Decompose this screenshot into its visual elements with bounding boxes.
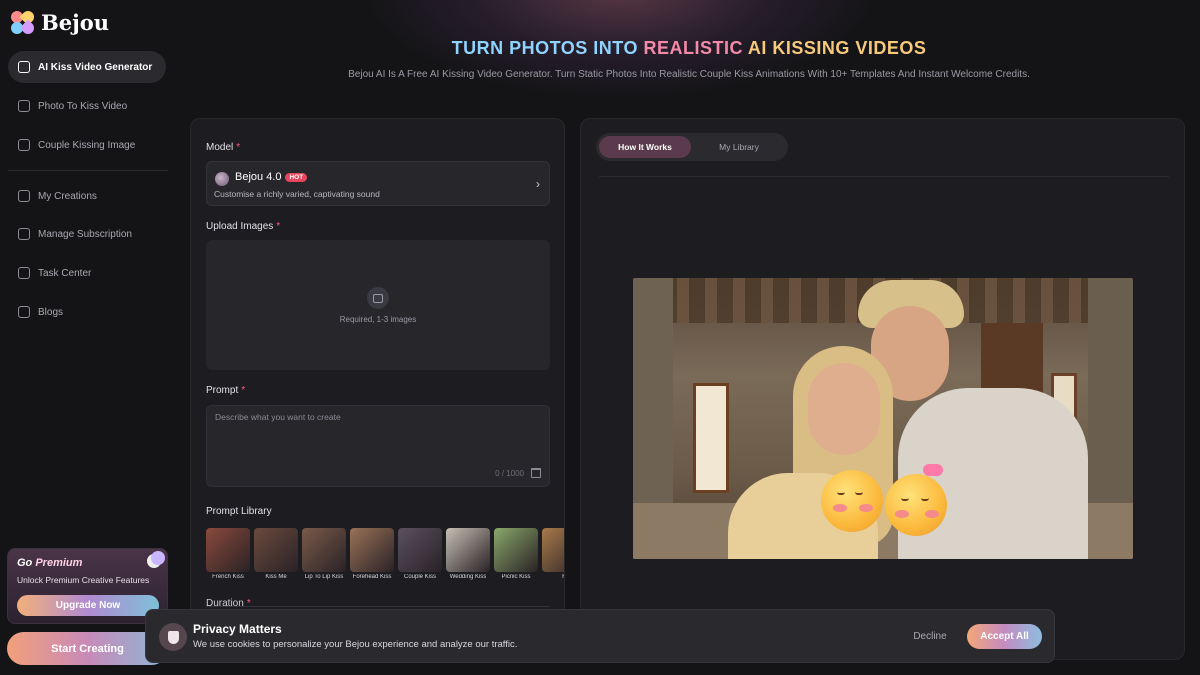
prompt-library-caption: Wedding Kiss — [449, 574, 487, 580]
prompt-library-caption: Lip To Lip Kiss — [304, 574, 344, 580]
start-creating-button[interactable]: Start Creating — [7, 632, 168, 665]
cookie-banner: Privacy Matters We use cookies to person… — [145, 609, 1055, 663]
image-upload-dropzone[interactable]: Required, 1-3 images — [206, 240, 550, 370]
image-icon — [18, 139, 30, 151]
prompt-library-caption: Forehead Kiss — [352, 574, 392, 580]
prompt-library-item[interactable]: Wedding Kiss — [446, 528, 490, 580]
model-avatar — [215, 172, 229, 186]
blush-emoji-icon — [885, 474, 947, 536]
sidebar-item-label: Task Center — [38, 267, 92, 279]
card-icon — [18, 228, 30, 240]
upload-image-icon — [367, 287, 389, 309]
prompt-label: Prompt * — [206, 385, 246, 396]
example-preview-image — [633, 278, 1133, 559]
sidebar-item-label: My Creations — [38, 190, 97, 202]
duration-divider — [206, 606, 550, 607]
generator-form-panel: Model * Bejou 4.0 HOT Customise a richly v… — [190, 118, 565, 618]
prompt-library-item[interactable]: Couple Kiss — [398, 528, 442, 580]
sidebar-item-couple-kissing-image[interactable]: Couple Kissing Image — [8, 129, 166, 161]
prompt-library-caption: Couple Kiss — [403, 574, 436, 580]
prompt-library-thumbnail — [206, 528, 250, 572]
prompt-library-thumbnail — [398, 528, 442, 572]
accept-all-button[interactable]: Accept All — [967, 624, 1042, 649]
preview-panel: How It Works My Library — [580, 118, 1185, 660]
prompt-library-item[interactable]: F — [542, 528, 564, 580]
chevron-right-icon: › — [536, 177, 540, 191]
doc-icon — [18, 306, 30, 318]
premium-subtitle: Unlock Premium Creative Features — [17, 575, 150, 585]
tabs-divider — [599, 176, 1169, 177]
prompt-library-thumbnail — [446, 528, 490, 572]
sidebar: Bejou AI Kiss Video Generator Photo To K… — [0, 0, 178, 675]
premium-title: Go Premium — [17, 557, 83, 569]
photo-video-icon — [18, 100, 30, 112]
shield-icon — [167, 630, 179, 644]
hot-badge: HOT — [285, 172, 308, 182]
sidebar-item-label: Manage Subscription — [38, 228, 132, 240]
privacy-shield — [159, 623, 187, 651]
tab-how-it-works[interactable]: How It Works — [599, 136, 691, 158]
bejou-logo-icon — [8, 8, 37, 36]
upload-images-label: Upload Images * — [206, 221, 281, 232]
brand-logo[interactable]: Bejou — [8, 8, 109, 36]
cookie-title: Privacy Matters — [193, 622, 282, 636]
prompt-library-caption: Picnic Kiss — [501, 574, 531, 580]
sidebar-item-manage-subscription[interactable]: Manage Subscription — [8, 218, 166, 250]
sidebar-item-photo-to-kiss-video[interactable]: Photo To Kiss Video — [8, 90, 166, 122]
bow-icon — [923, 464, 943, 476]
sidebar-item-label: AI Kiss Video Generator — [38, 61, 153, 73]
model-selector[interactable]: Bejou 4.0 HOT Customise a richly varied, … — [206, 161, 550, 206]
sidebar-item-my-creations[interactable]: My Creations — [8, 180, 166, 212]
folder-icon — [18, 190, 30, 202]
sidebar-item-label: Couple Kissing Image — [38, 139, 136, 151]
prompt-library-item[interactable]: Lip To Lip Kiss — [302, 528, 346, 580]
premium-card: Go Premium Unlock Premium Creative Featu… — [7, 548, 168, 624]
prompt-library-thumbnail — [350, 528, 394, 572]
gift-icon — [18, 267, 30, 279]
model-name: Bejou 4.0 HOT — [235, 171, 308, 183]
brand-name: Bejou — [41, 10, 109, 35]
prompt-library-thumbnail — [254, 528, 298, 572]
prompt-library-item[interactable]: Forehead Kiss — [350, 528, 394, 580]
upgrade-now-button[interactable]: Upgrade Now — [17, 595, 159, 616]
prompt-library-caption: French Kiss — [212, 574, 244, 580]
sidebar-item-blogs[interactable]: Blogs — [8, 296, 166, 328]
kiss-emoji-icon — [821, 470, 883, 532]
sidebar-item-label: Blogs — [38, 306, 64, 318]
prompt-library-thumbnail — [302, 528, 346, 572]
sidebar-item-label: Photo To Kiss Video — [38, 100, 128, 112]
prompt-char-counter: 0 / 1000 — [495, 469, 524, 478]
sidebar-item-task-center[interactable]: Task Center — [8, 257, 166, 289]
sparkle-badge-icon — [151, 551, 165, 565]
tab-my-library[interactable]: My Library — [693, 136, 785, 158]
upload-hint: Required, 1-3 images — [339, 315, 417, 324]
trash-icon[interactable] — [531, 468, 541, 478]
decline-button[interactable]: Decline — [902, 625, 958, 647]
page-subtitle: Bejou AI Is A Free AI Kissing Video Gene… — [348, 69, 1030, 80]
sparkle-video-icon — [18, 61, 30, 73]
duration-label: Duration * — [206, 598, 251, 609]
sidebar-divider — [8, 170, 168, 171]
model-label: Model * — [206, 142, 241, 153]
page-title: TURN PHOTOS INTO REALISTIC AI KISSING VI… — [451, 38, 927, 58]
prompt-library-thumbnail — [542, 528, 564, 572]
cookie-text: We use cookies to personalize your Bejou… — [193, 639, 518, 650]
prompt-library-item[interactable]: French Kiss — [206, 528, 250, 580]
preview-tabs: How It Works My Library — [596, 133, 788, 161]
prompt-field: 0 / 1000 — [206, 405, 550, 487]
prompt-library-caption: Kiss Me — [265, 574, 287, 580]
prompt-library-label: Prompt Library — [206, 506, 272, 517]
prompt-library-item[interactable]: Kiss Me — [254, 528, 298, 580]
prompt-library-thumbnail — [494, 528, 538, 572]
prompt-input[interactable] — [215, 412, 535, 462]
model-description: Customise a richly varied, captivating s… — [214, 189, 380, 199]
prompt-library-list: French Kiss Kiss Me Lip To Lip Kiss Forehea… — [206, 528, 564, 584]
prompt-library-caption: F — [542, 574, 564, 580]
prompt-library-item[interactable]: Picnic Kiss — [494, 528, 538, 580]
